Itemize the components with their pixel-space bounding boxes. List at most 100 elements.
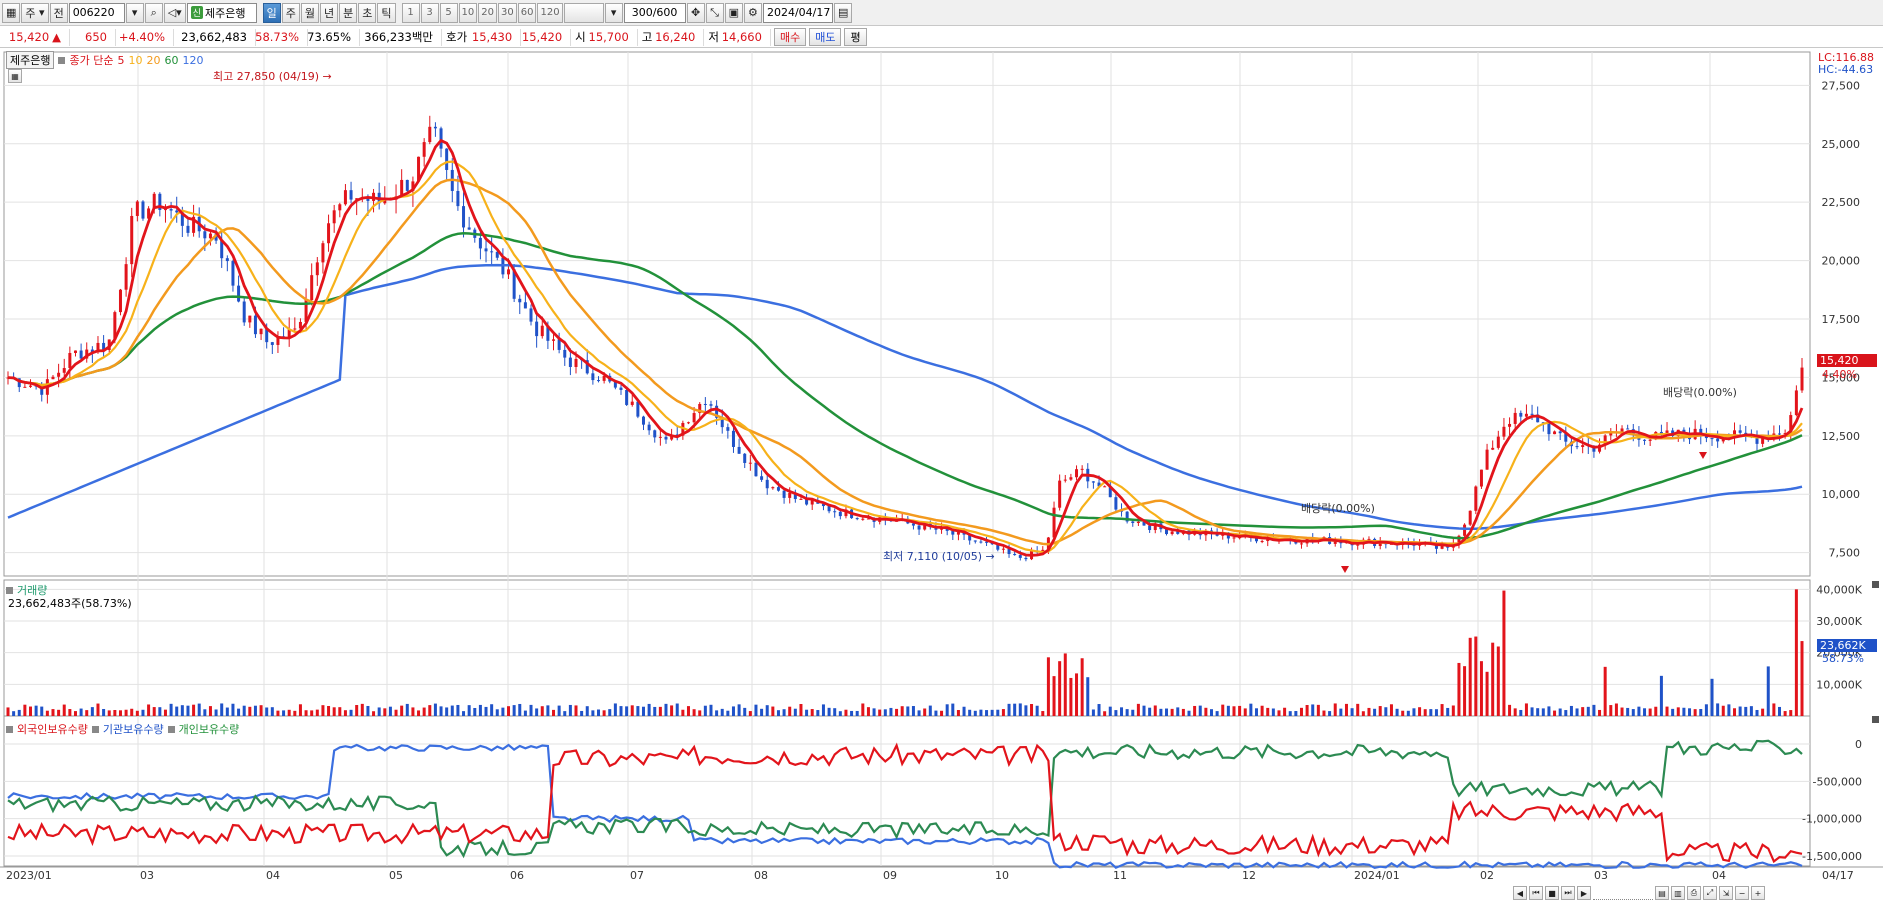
search-icon[interactable]: ⌕ [144,2,163,23]
period-year-tab[interactable]: 년 [320,2,339,23]
ma10-legend[interactable]: 10 [128,54,142,67]
interval-custom-input[interactable] [563,2,604,23]
ma60-legend[interactable]: 60 [164,54,178,67]
volume-bar [152,707,156,716]
buy-button[interactable]: 매수 [773,28,807,46]
save-icon[interactable]: ▣ [724,2,743,23]
line-tool-icon[interactable]: ⤡ [705,2,724,23]
period-tick-tab[interactable]: 틱 [377,2,396,23]
candle-body [490,251,494,253]
volume-bar [686,706,690,716]
volume-bar [833,708,837,716]
market-select[interactable]: 주 ▾ [21,2,49,23]
zoom-in-icon[interactable]: + [1751,886,1765,900]
candle-body [1091,481,1095,483]
scroll-left-icon[interactable]: ◀ [1513,886,1527,900]
data-count-field[interactable]: 300/600 [623,2,686,23]
x-axis-label: 03 [1594,869,1608,882]
volume-bar [529,704,533,716]
volume-bar [1553,710,1557,716]
volume-bar [1738,706,1742,716]
exchange-select[interactable]: 전 [49,2,68,23]
stock-name-field[interactable]: 신 제주은행 [186,2,257,23]
export-icon[interactable]: ⇲ [1719,886,1733,900]
volume-bar [1704,704,1708,716]
volume-bar [1271,708,1275,716]
settings-icon[interactable]: ⚙ [743,2,762,23]
volume-bar [40,706,44,716]
scroll-start-icon[interactable]: ⏮ [1529,886,1543,900]
volume-bar [900,706,904,716]
crosshair-icon[interactable]: ✥ [686,2,705,23]
ma20-legend[interactable]: 20 [146,54,160,67]
period-week-tab[interactable]: 주 [281,2,300,23]
code-dropdown-icon[interactable]: ▾ [125,2,144,23]
volume-bar [1131,709,1135,716]
candle-body [124,264,128,290]
sell-button[interactable]: 매도 [809,28,842,46]
print-icon[interactable]: ⎙ [1687,886,1701,900]
volume-bar [96,703,100,716]
candle-body [484,248,488,252]
interval-3[interactable]: 3 [420,2,439,23]
interval-20[interactable]: 20 [478,2,498,23]
ma5-legend[interactable]: 5 [117,54,124,67]
scroll-right-icon[interactable]: ▶ [1577,886,1591,900]
zoom-out-icon[interactable]: − [1735,886,1749,900]
volume-bar [1232,706,1236,716]
volume-bar [1412,708,1416,716]
candle-body [270,342,274,345]
volume-bar [1378,706,1382,716]
candle-body [597,380,601,382]
period-day-tab[interactable]: 일 [262,2,281,23]
chart-svg[interactable]: 27,50025,00022,50020,00017,50015,00012,5… [0,48,1883,904]
candle-body [259,328,263,335]
volume-bar [1614,703,1618,716]
candle-body [1547,422,1551,435]
volume-bar [1001,709,1005,716]
speaker-icon[interactable]: ◁▾ [163,2,186,23]
period-second-tab[interactable]: 초 [358,2,377,23]
grid-toggle-icon[interactable]: ▦ [8,69,22,83]
calendar-icon[interactable]: ▤ [833,2,853,23]
volume-bar [214,709,218,716]
stop-icon[interactable]: ■ [1545,886,1559,900]
ma-type-label[interactable]: 종가 단순 [69,52,113,68]
interval-5[interactable]: 5 [439,2,458,23]
candle-body [62,368,66,373]
date-field[interactable]: 2024/04/17 [762,2,833,23]
volume-bar [231,703,235,716]
interval-60[interactable]: 60 [517,2,537,23]
ma120-legend[interactable]: 120 [182,54,203,67]
interval-120[interactable]: 120 [537,2,563,23]
x-axis-label: 05 [389,869,403,882]
interval-30[interactable]: 30 [498,2,517,23]
interval-1[interactable]: 1 [401,2,420,23]
candle-body [73,350,77,353]
layout-icon[interactable]: ▥ [1671,886,1685,900]
candle-body [1485,449,1489,470]
interval-10[interactable]: 10 [458,2,478,23]
stock-code-input[interactable]: 006220 [68,2,125,23]
period-minute-tab[interactable]: 분 [339,2,358,23]
indicator-icon[interactable]: ⤢ [1703,886,1717,900]
zoom-track[interactable] [1593,886,1653,900]
menu-icon[interactable]: ▦ [2,2,21,23]
individual-holdings-legend[interactable]: 개인보유수량 [179,721,240,737]
volume-bar [467,705,471,716]
candle-body [248,315,252,323]
interval-dropdown-icon[interactable]: ▾ [604,2,623,23]
volume-bar [1789,710,1793,716]
volume-bar [1350,708,1354,716]
scroll-end-icon[interactable]: ⏭ [1561,886,1575,900]
eval-button[interactable]: 평 [844,28,867,46]
chart-area[interactable]: 27,500 25,000 22,500 20,000 17,500 15,000 12,5… [0,48,1883,904]
foreign-holdings-legend[interactable]: 외국인보유수량 [17,721,88,737]
volume-bar [1733,708,1737,716]
institution-holdings-legend[interactable]: 기관보유수량 [103,721,164,737]
period-month-tab[interactable]: 월 [300,2,320,23]
stock-name-legend[interactable]: 제주은행 [6,51,55,69]
x-axis-label: 09 [883,869,897,882]
compare-icon[interactable]: ▤ [1655,886,1669,900]
candle-body [1558,431,1562,434]
